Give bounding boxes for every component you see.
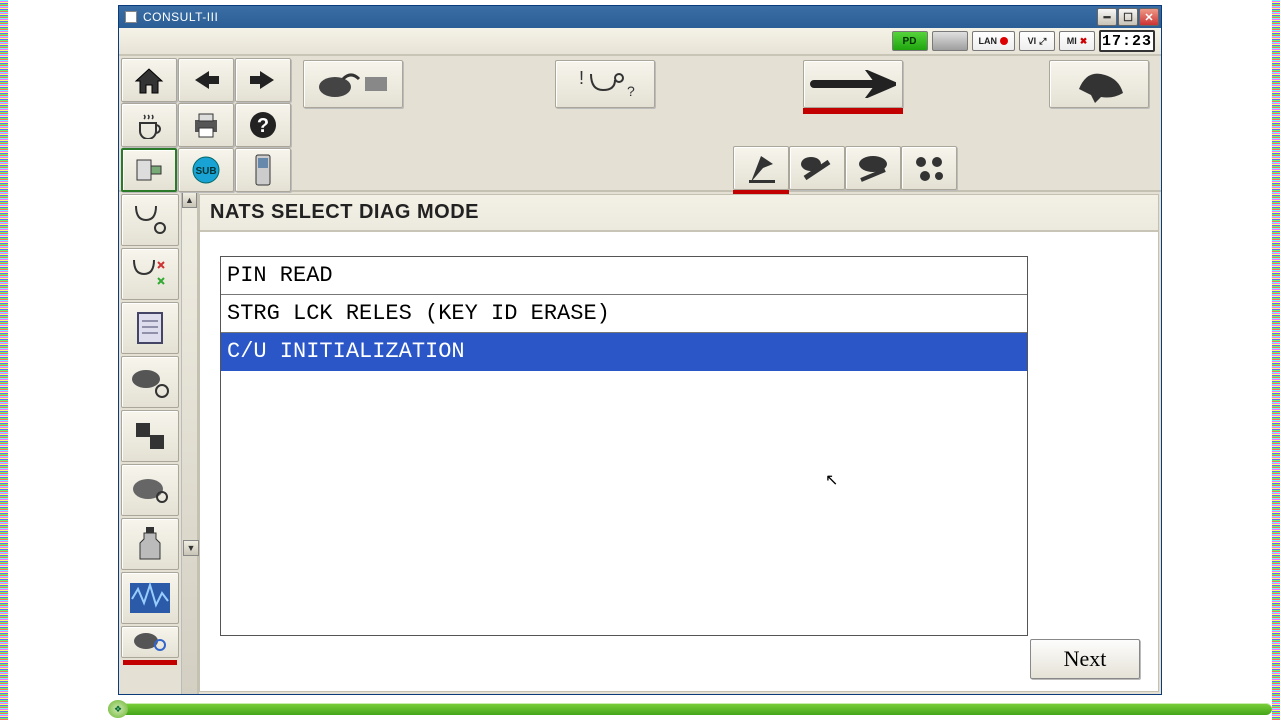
vi-label: VI bbox=[1028, 36, 1037, 46]
connector-icon bbox=[133, 154, 165, 186]
window-title: CONSULT-III bbox=[143, 10, 1088, 24]
steth-dual-icon bbox=[128, 200, 172, 240]
help-icon: ? bbox=[248, 110, 278, 140]
list-item-pin-read[interactable]: PIN READ bbox=[221, 257, 1027, 295]
cloud-wrench-icon bbox=[853, 150, 893, 186]
cloud-search-icon bbox=[130, 629, 170, 655]
back-button[interactable] bbox=[178, 58, 234, 102]
main-panel: NATS SELECT DIAG MODE PIN READ STRG LCK … bbox=[199, 194, 1159, 692]
flag-tool-icon bbox=[741, 150, 781, 186]
body-area: ▲ ▼ NATS SELECT DIAG MODE PIN READ STRG … bbox=[119, 192, 1161, 694]
document-icon bbox=[132, 309, 168, 347]
sub-button[interactable]: SUB bbox=[178, 148, 234, 192]
maximize-button[interactable]: ☐ bbox=[1118, 8, 1138, 26]
home-button[interactable] bbox=[121, 58, 177, 102]
folder-icon bbox=[128, 471, 172, 509]
group-icon bbox=[909, 150, 949, 186]
status-strip: PD LAN VI ⤢ MI ✖ 17:23 bbox=[119, 28, 1161, 56]
sidebar-item-4[interactable] bbox=[121, 410, 179, 462]
expand-icon: ⤢ bbox=[1039, 36, 1046, 47]
wrench-icon bbox=[810, 70, 896, 98]
cloud-wrench-button[interactable] bbox=[845, 146, 901, 190]
taskbar[interactable] bbox=[108, 703, 1272, 715]
app-window: CONSULT-III ━ ☐ ✕ PD LAN VI ⤢ MI ✖ 17:23 bbox=[118, 5, 1162, 695]
svg-text:?: ? bbox=[627, 83, 635, 99]
scroll-down-button[interactable]: ▼ bbox=[183, 540, 199, 556]
phone-button[interactable] bbox=[235, 148, 291, 192]
cloud-link-icon bbox=[128, 363, 172, 401]
mi-indicator[interactable]: MI ✖ bbox=[1059, 31, 1095, 51]
close-button[interactable]: ✕ bbox=[1139, 8, 1159, 26]
bottle-icon bbox=[136, 523, 164, 565]
toolbar: ? SUB !? bbox=[119, 56, 1161, 192]
forward-arrow-icon bbox=[246, 67, 280, 93]
print-button[interactable] bbox=[178, 103, 234, 147]
diagnostic-button[interactable]: !? bbox=[555, 60, 655, 108]
stethoscope-icon: !? bbox=[565, 66, 645, 102]
sidebar-scrollbar[interactable]: ▲ ▼ bbox=[181, 192, 197, 694]
clock: 17:23 bbox=[1099, 30, 1155, 52]
start-button[interactable]: ❖ bbox=[108, 700, 128, 718]
svg-text:SUB: SUB bbox=[195, 166, 216, 177]
diag-mode-list: PIN READ STRG LCK RELES (KEY ID ERASE) C… bbox=[220, 256, 1028, 636]
minimize-button[interactable]: ━ bbox=[1097, 8, 1117, 26]
sidebar-item-5[interactable] bbox=[121, 464, 179, 516]
group-button[interactable] bbox=[901, 146, 957, 190]
pd-indicator: PD bbox=[892, 31, 928, 51]
svg-text:!: ! bbox=[579, 68, 584, 88]
plug-wrench-icon bbox=[797, 150, 837, 186]
sidebar-item-8[interactable] bbox=[121, 626, 179, 658]
repair-button[interactable] bbox=[803, 60, 903, 108]
plug-wrench-button[interactable] bbox=[789, 146, 845, 190]
lan-label: LAN bbox=[979, 36, 998, 46]
coffee-icon bbox=[134, 111, 164, 139]
next-button[interactable]: Next bbox=[1030, 639, 1140, 679]
connect-button[interactable] bbox=[121, 148, 177, 192]
vehicle-connector-icon bbox=[313, 67, 393, 101]
vehicle-connector-button[interactable] bbox=[303, 60, 403, 108]
sidebar: ▲ ▼ bbox=[119, 192, 199, 694]
sidebar-item-0[interactable] bbox=[121, 194, 179, 246]
lan-status-dot-icon bbox=[1000, 37, 1008, 45]
phone-icon bbox=[253, 153, 273, 187]
bird-icon bbox=[1069, 65, 1129, 103]
flag-tool-button[interactable] bbox=[733, 146, 789, 190]
sidebar-item-6[interactable] bbox=[121, 518, 179, 570]
sidebar-item-7[interactable] bbox=[121, 572, 179, 624]
list-item-strg-lck[interactable]: STRG LCK RELES (KEY ID ERASE) bbox=[221, 295, 1027, 333]
lan-indicator: LAN bbox=[972, 31, 1016, 51]
x-icon: ✖ bbox=[1080, 36, 1088, 47]
list-item-cu-init[interactable]: C/U INITIALIZATION bbox=[221, 333, 1027, 371]
mi-label: MI bbox=[1067, 36, 1077, 46]
shapes-icon bbox=[130, 417, 170, 455]
svg-text:?: ? bbox=[257, 115, 269, 137]
sidebar-item-2[interactable] bbox=[121, 302, 179, 354]
vi-indicator[interactable]: VI ⤢ bbox=[1019, 31, 1055, 51]
coffee-button[interactable] bbox=[121, 103, 177, 147]
steth-spark-icon bbox=[128, 254, 172, 294]
sidebar-item-3[interactable] bbox=[121, 356, 179, 408]
bird-button[interactable] bbox=[1049, 60, 1149, 108]
sub-icon: SUB bbox=[190, 154, 222, 186]
app-icon bbox=[125, 11, 137, 23]
sidebar-active-indicator bbox=[123, 660, 177, 665]
repair-active-indicator bbox=[803, 108, 903, 114]
panel-title: NATS SELECT DIAG MODE bbox=[200, 195, 1158, 232]
help-button[interactable]: ? bbox=[235, 103, 291, 147]
sidebar-item-1[interactable] bbox=[121, 248, 179, 300]
blank-indicator bbox=[932, 31, 968, 51]
scroll-up-button[interactable]: ▲ bbox=[182, 192, 197, 208]
back-arrow-icon bbox=[189, 67, 223, 93]
printer-icon bbox=[189, 110, 223, 140]
titlebar: CONSULT-III ━ ☐ ✕ bbox=[119, 6, 1161, 28]
forward-button[interactable] bbox=[235, 58, 291, 102]
home-icon bbox=[132, 65, 166, 95]
waveform-icon bbox=[128, 579, 172, 617]
